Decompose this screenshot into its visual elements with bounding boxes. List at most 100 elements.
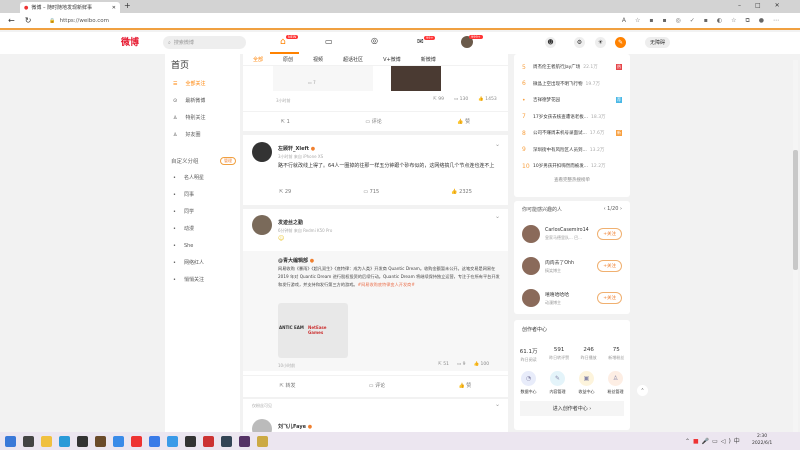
repost-button[interactable]: ⇱ 29	[279, 189, 291, 195]
search-input[interactable]: ⌕ 搜索微博	[163, 36, 246, 49]
taskbar-app-icon[interactable]	[167, 435, 178, 447]
robot-icon[interactable]: ☻	[545, 37, 556, 48]
hashtag-link[interactable]: #网易收购底特律变人开发商#	[358, 282, 415, 287]
feed-tab[interactable]: 新微博	[421, 56, 436, 63]
avatar[interactable]	[252, 215, 272, 235]
hot-search-item[interactable]: 8 公司不赚周末机号录面试... 17.6万 新	[514, 125, 630, 142]
sidebar-group-item[interactable]: • She	[165, 237, 240, 254]
browser-toolbar-icons[interactable]: A☆▪▪◎✓▪◐☆⧉●⋯	[622, 17, 788, 25]
chevron-down-icon[interactable]: ⌄	[495, 213, 500, 220]
window-controls[interactable]: –□✕	[738, 2, 794, 9]
user-name[interactable]: 嘻嘻哈哈哈	[545, 291, 592, 298]
user-name[interactable]: 肉肉去了Ohh	[545, 259, 592, 266]
sidebar-item-latest[interactable]: ⊙ 最新微博	[165, 92, 240, 109]
post-author[interactable]: 发迹丝之勤	[278, 219, 303, 226]
comment-button[interactable]: ▭ 评论	[365, 118, 381, 125]
enter-creator-center-button[interactable]: 进入创作者中心 ›	[520, 401, 624, 416]
avatar[interactable]	[522, 257, 540, 275]
manage-groups-button[interactable]: 管理	[220, 157, 236, 165]
income-center-button[interactable]: ▣ 收益中心	[579, 371, 595, 395]
weibo-logo[interactable]: 微博	[121, 35, 139, 48]
taskbar-app-icon[interactable]	[77, 435, 88, 447]
back-to-top-icon[interactable]: ⌃	[637, 385, 648, 396]
chevron-down-icon[interactable]: ⌄	[495, 401, 500, 408]
url-input[interactable]: https://weibo.com	[60, 18, 109, 24]
close-tab-icon[interactable]: ✕	[112, 5, 116, 11]
video-icon[interactable]: ▭	[325, 37, 333, 46]
taskbar-app-icon[interactable]	[221, 435, 232, 447]
taskbar-app-icon[interactable]	[23, 435, 34, 447]
user-name[interactable]: CarlosCasemiro14	[545, 228, 592, 233]
hot-more-link[interactable]: 查看完整热搜榜单	[514, 177, 630, 183]
comment-button[interactable]: ▭ 评论	[369, 382, 385, 389]
hot-search-item[interactable]: 6 微晶上空出现不明飞行物 19.7万	[514, 76, 630, 93]
sidebar-item-special[interactable]: ♙ 特别关注	[165, 109, 240, 126]
tray-icons[interactable]: ⌃■🎤▭◁)中	[685, 436, 743, 445]
sidebar-group-item[interactable]: • 网络红人	[165, 254, 240, 271]
clock[interactable]: 2:30 2022/6/1	[752, 433, 772, 447]
taskbar-app-icon[interactable]	[203, 435, 214, 447]
taskbar-app-icon[interactable]	[239, 435, 250, 447]
avatar[interactable]	[252, 142, 272, 162]
taskbar-app-icon[interactable]	[95, 435, 106, 447]
suggest-pager[interactable]: ‹ 1/20 ›	[604, 206, 622, 213]
sidebar-item-friends[interactable]: ♙ 好友圈	[165, 126, 240, 143]
follow-button[interactable]: +关注	[597, 292, 622, 304]
repost-button[interactable]: ⇱ 1	[281, 119, 290, 125]
taskbar-app-icon[interactable]	[185, 435, 196, 447]
taskbar-app-icon[interactable]	[257, 435, 268, 447]
avatar[interactable]	[522, 225, 540, 243]
settings-icon[interactable]: ⚙	[574, 37, 585, 48]
back-icon[interactable]: ←	[8, 16, 15, 25]
sidebar-group-item[interactable]: • 动漫	[165, 220, 240, 237]
hot-search-item[interactable]: • 吉祥德梦花园 荐	[514, 92, 630, 109]
scrollbar[interactable]	[793, 60, 798, 432]
data-center-button[interactable]: ◔ 数据中心	[521, 371, 537, 395]
feed-tab[interactable]: V+微博	[383, 56, 401, 63]
post-author[interactable]: 左顾轩_Xleft ●	[278, 145, 315, 152]
hot-search-item[interactable]: 9 深圳街中有风险区人员到... 13.2万	[514, 142, 630, 159]
compose-icon[interactable]: ✎	[615, 37, 626, 48]
sidebar-group-item[interactable]: • 悄悄关注	[165, 271, 240, 288]
quoted-user[interactable]: @青大编辑部	[278, 258, 308, 264]
message-icon[interactable]: ✉ 99+	[417, 36, 436, 46]
avatar[interactable]	[522, 289, 540, 307]
accessibility-button[interactable]: 无障碍	[645, 37, 671, 48]
feed-tab[interactable]: 全部	[253, 56, 263, 63]
like-button[interactable]: 👍 赞	[458, 382, 471, 389]
like-button[interactable]: 👍 2325	[451, 189, 472, 195]
like-button[interactable]: 👍 赞	[457, 118, 470, 125]
quoted-image[interactable]: ANTIC EAM NetEase Games	[278, 303, 348, 358]
hot-search-item[interactable]: 10 10岁男孩开扣嗨然而被发... 12.2万	[514, 158, 630, 175]
taskbar-app-icon[interactable]	[113, 435, 124, 447]
comment-button[interactable]: ▭ 715	[363, 189, 379, 195]
repost-button[interactable]: ⇱ 转发	[280, 382, 296, 389]
hot-search-item[interactable]: 5 周杰伦王者航行Jay广场 22.1万 热	[514, 59, 630, 76]
feed-tab[interactable]: 原创	[283, 56, 293, 63]
chevron-down-icon[interactable]: ⌄	[495, 141, 500, 148]
follow-button[interactable]: +关注	[597, 260, 622, 272]
home-icon[interactable]: ⌂ NEW	[280, 35, 299, 47]
user-avatar[interactable]: 999+	[461, 35, 483, 48]
content-manage-button[interactable]: ✎ 内容管理	[550, 371, 566, 395]
sidebar-group-item[interactable]: • 同学	[165, 203, 240, 220]
browser-tab[interactable]: ● 微博 – 随时随地发现新鲜事 ✕	[20, 2, 120, 13]
fans-manage-button[interactable]: ♙ 粉丝管理	[608, 371, 624, 395]
sidebar-item-all[interactable]: ☰ 全部关注	[165, 75, 240, 92]
new-tab-icon[interactable]: +	[124, 1, 131, 10]
theme-icon[interactable]: ☀	[595, 37, 606, 48]
sidebar-group-item[interactable]: • 名人明星	[165, 169, 240, 186]
post-author[interactable]: 刘飞儿Faye ●	[278, 423, 312, 430]
taskbar-app-icon[interactable]	[5, 435, 16, 447]
feed-tab[interactable]: 超话社区	[343, 56, 363, 63]
feed-tab[interactable]: 视频	[313, 56, 323, 63]
taskbar-app-icon[interactable]	[131, 435, 142, 447]
taskbar-app-icon[interactable]	[149, 435, 160, 447]
taskbar-app-icon[interactable]	[41, 435, 52, 447]
refresh-icon[interactable]: ↻	[25, 16, 32, 25]
taskbar-app-icon[interactable]	[59, 435, 70, 447]
sidebar-group-item[interactable]: • 同事	[165, 186, 240, 203]
hot-search-item[interactable]: 7 17岁女孩去核查遭语老板... 18.3万	[514, 109, 630, 126]
follow-button[interactable]: +关注	[597, 228, 622, 240]
hot-icon[interactable]: ◎	[371, 36, 378, 45]
